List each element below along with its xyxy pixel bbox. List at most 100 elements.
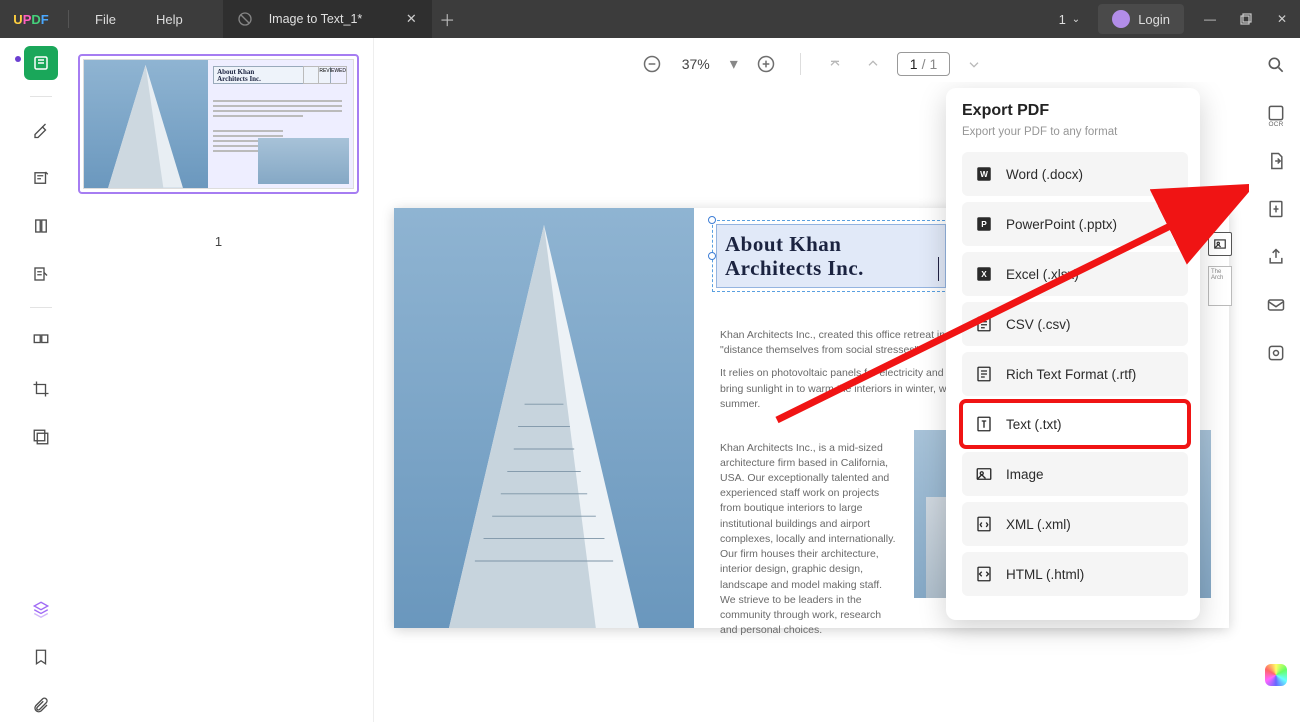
- page-thumbnail[interactable]: About KhanArchitects Inc. REVIEWED: [78, 54, 359, 194]
- window-close-icon[interactable]: ✕: [1264, 0, 1300, 38]
- ai-assistant-icon[interactable]: [1261, 660, 1291, 690]
- xml-icon: [974, 514, 994, 534]
- page-image-placeholder-icon: [1208, 232, 1232, 256]
- ppt-icon: P: [974, 214, 994, 234]
- export-xml[interactable]: XML (.xml): [962, 502, 1188, 546]
- document-canvas[interactable]: About Khan Architects Inc. The Arch: [374, 82, 1252, 722]
- tool-reader[interactable]: [24, 46, 58, 80]
- tool-form-icon[interactable]: [24, 257, 58, 291]
- doc-para-3: Khan Architects Inc., is a mid-sized arc…: [720, 441, 900, 639]
- thumbnail-image: About KhanArchitects Inc. REVIEWED: [83, 59, 354, 189]
- total-pages: 1: [929, 56, 937, 72]
- workspace-dropdown[interactable]: 1 ⌄: [1049, 12, 1091, 27]
- protect-icon[interactable]: [1261, 338, 1291, 368]
- export-image-label: Image: [1006, 467, 1044, 482]
- page-hero-image: [394, 208, 694, 628]
- export-csv-label: CSV (.csv): [1006, 317, 1071, 332]
- thumbnail-page-number: 1: [78, 234, 359, 249]
- page-side-box: The Arch: [1208, 266, 1232, 306]
- window-maximize-icon[interactable]: [1228, 0, 1264, 38]
- doc-title-line2: Architects Inc.: [725, 256, 945, 280]
- excel-icon: X: [974, 264, 994, 284]
- first-page-icon[interactable]: [821, 50, 849, 78]
- tool-crop-icon[interactable]: [24, 372, 58, 406]
- layers-icon[interactable]: [24, 592, 58, 626]
- export-text[interactable]: Text (.txt): [962, 402, 1188, 446]
- tool-highlighter-icon[interactable]: [24, 113, 58, 147]
- export-ppt-label: PowerPoint (.pptx): [1006, 217, 1117, 232]
- export-rtf[interactable]: Rich Text Format (.rtf): [962, 352, 1188, 396]
- selection-handle-tl[interactable]: [708, 216, 716, 224]
- window-minimize-icon[interactable]: —: [1192, 0, 1228, 38]
- document-tab[interactable]: Image to Text_1* ✕: [223, 0, 433, 38]
- zoom-level: 37%: [676, 56, 716, 72]
- export-file-icon[interactable]: [1261, 146, 1291, 176]
- thumbnail-panel: About KhanArchitects Inc. REVIEWED 1: [64, 38, 374, 722]
- rtf-icon: [974, 364, 994, 384]
- attachment-icon[interactable]: [24, 688, 58, 722]
- export-html-label: HTML (.html): [1006, 567, 1084, 582]
- logo-f: F: [41, 12, 49, 27]
- export-txt-label: Text (.txt): [1006, 417, 1062, 432]
- prev-page-icon[interactable]: [859, 50, 887, 78]
- tab-close-icon[interactable]: ✕: [404, 12, 418, 26]
- separator: [30, 307, 52, 308]
- selection-handle-l[interactable]: [708, 252, 716, 260]
- tab-doc-icon: [237, 11, 253, 27]
- html-icon: [974, 564, 994, 584]
- export-csv[interactable]: CSV (.csv): [962, 302, 1188, 346]
- login-button[interactable]: Login: [1098, 4, 1184, 34]
- separator: [68, 10, 69, 28]
- bookmark-icon[interactable]: [24, 640, 58, 674]
- menu-help[interactable]: Help: [136, 12, 203, 27]
- main-area: About KhanArchitects Inc. REVIEWED 1 37%…: [0, 38, 1300, 722]
- workspace-number: 1: [1059, 12, 1066, 27]
- canvas-toolbar: 37% ▾ 1 / 1: [374, 38, 1252, 82]
- export-word[interactable]: W Word (.docx): [962, 152, 1188, 196]
- menu-file[interactable]: File: [75, 12, 136, 27]
- tool-pages-icon[interactable]: [24, 209, 58, 243]
- separator: [30, 96, 52, 97]
- tool-redact-icon[interactable]: [24, 420, 58, 454]
- svg-text:P: P: [981, 220, 987, 229]
- tool-edit-text-icon[interactable]: [24, 161, 58, 195]
- ocr-icon[interactable]: [1261, 98, 1291, 128]
- text-cursor: [938, 257, 939, 281]
- new-tab-button[interactable]: ＋: [432, 7, 462, 31]
- export-rtf-label: Rich Text Format (.rtf): [1006, 367, 1136, 382]
- export-excel[interactable]: XExcel (.xlsx): [962, 252, 1188, 296]
- export-word-label: Word (.docx): [1006, 167, 1083, 182]
- text-selection-box[interactable]: About Khan Architects Inc.: [712, 220, 950, 292]
- left-gutter: [0, 38, 18, 722]
- export-html[interactable]: HTML (.html): [962, 552, 1188, 596]
- logo-d: D: [31, 12, 40, 27]
- left-toolbar: [18, 38, 64, 722]
- zoom-dropdown-icon[interactable]: ▾: [726, 50, 742, 78]
- zoom-in-icon[interactable]: [752, 50, 780, 78]
- tool-organize-icon[interactable]: [24, 324, 58, 358]
- svg-text:X: X: [981, 270, 987, 279]
- tab-title: Image to Text_1*: [269, 12, 363, 26]
- share-icon[interactable]: [1261, 242, 1291, 272]
- thumb-title-2: Architects Inc.: [217, 75, 261, 83]
- search-icon[interactable]: [1261, 50, 1291, 80]
- email-icon[interactable]: [1261, 290, 1291, 320]
- separator: [800, 53, 801, 75]
- title-bar: UPDF File Help Image to Text_1* ✕ ＋ 1 ⌄ …: [0, 0, 1300, 38]
- export-image[interactable]: Image: [962, 452, 1188, 496]
- svg-text:W: W: [980, 170, 988, 179]
- compress-icon[interactable]: [1261, 194, 1291, 224]
- reviewed-stamp: REVIEWED: [319, 67, 346, 83]
- export-xml-label: XML (.xml): [1006, 517, 1071, 532]
- app-logo: UPDF: [0, 12, 62, 27]
- logo-p: P: [23, 12, 32, 27]
- export-powerpoint[interactable]: P PowerPoint (.pptx): [962, 202, 1188, 246]
- canvas-area: 37% ▾ 1 / 1: [374, 38, 1252, 722]
- page-indicator[interactable]: 1 / 1: [897, 52, 950, 76]
- export-subtitle: Export your PDF to any format: [962, 126, 1188, 138]
- doc-title-line1: About Khan: [725, 232, 945, 256]
- next-page-icon[interactable]: [960, 50, 988, 78]
- current-page: 1: [910, 56, 918, 72]
- avatar-icon: [1112, 10, 1130, 28]
- zoom-out-icon[interactable]: [638, 50, 666, 78]
